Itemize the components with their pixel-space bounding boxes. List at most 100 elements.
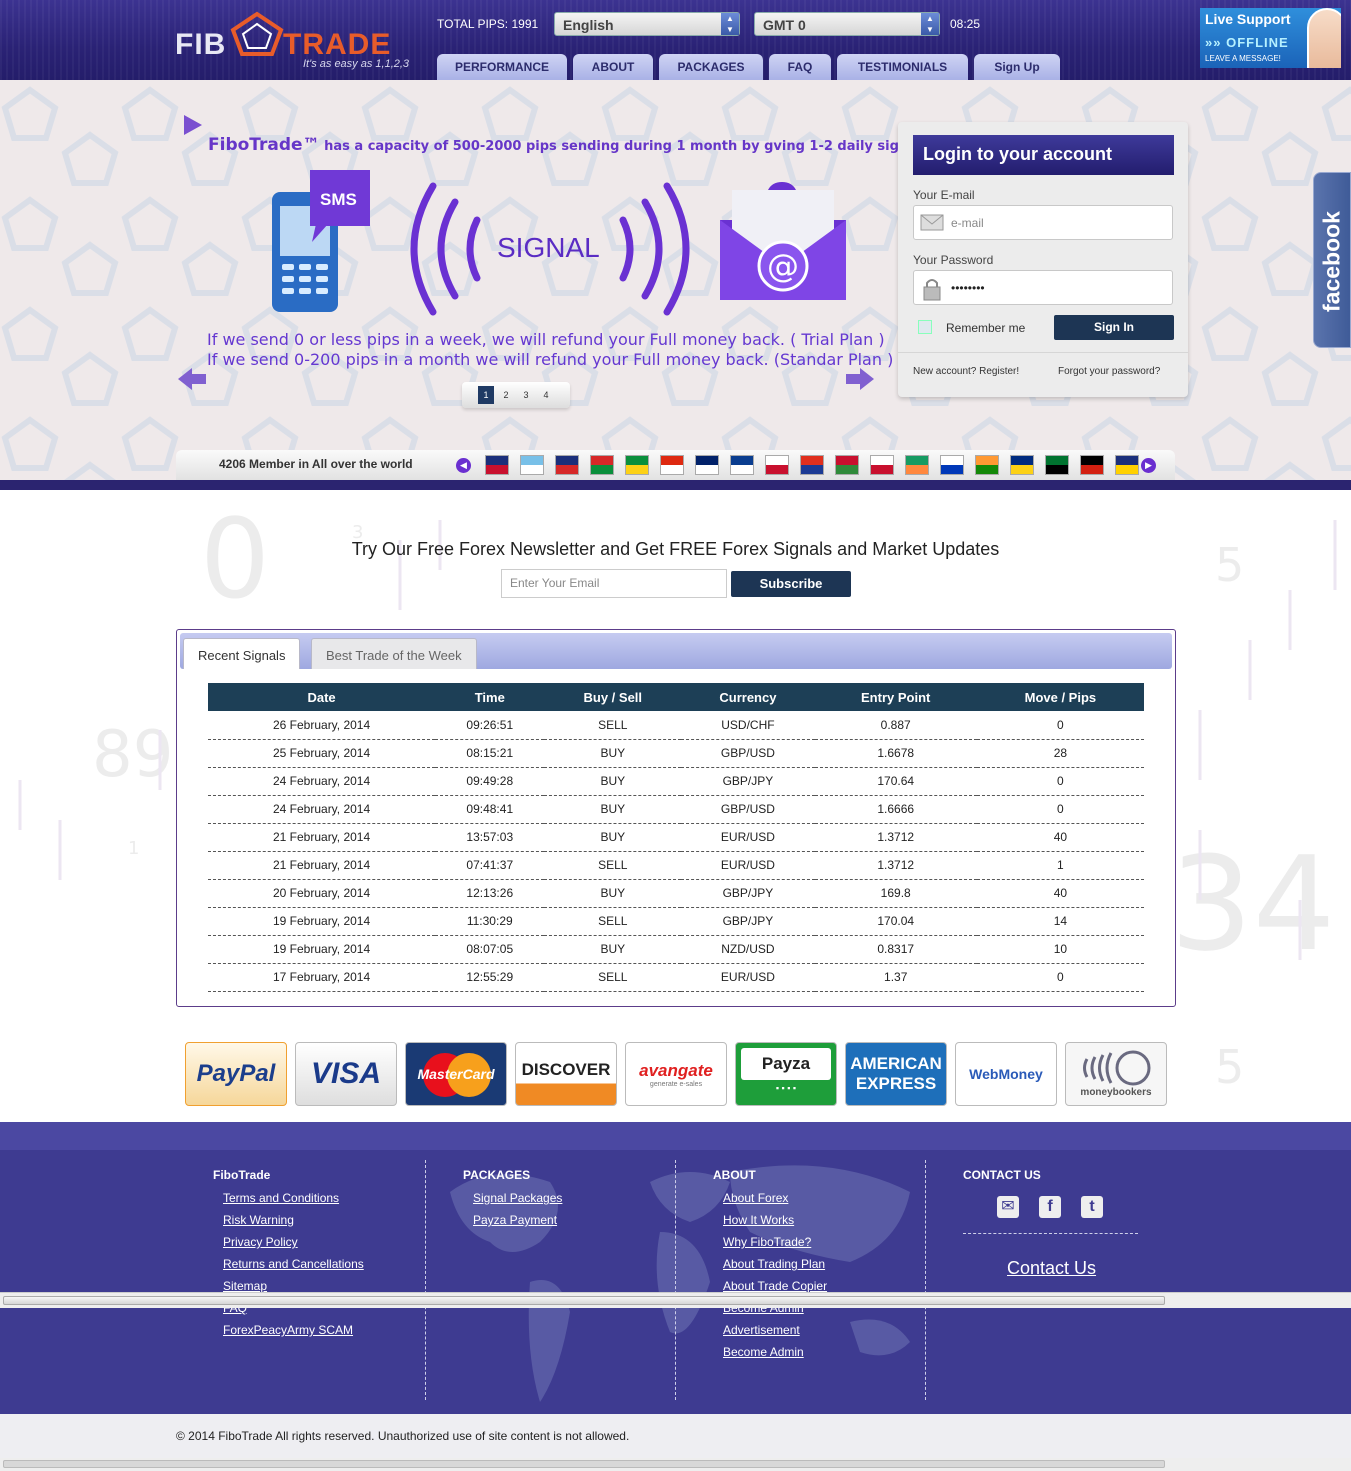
facebook-side-tab[interactable]: facebook [1313,172,1351,348]
table-cell: GBP/USD [681,739,815,768]
live-support-widget[interactable]: Live Support »» OFFLINE LEAVE A MESSAGE! [1200,8,1341,68]
country-flag-icon[interactable] [940,455,964,475]
slide-page-4[interactable]: 4 [538,386,554,404]
table-cell: 09:48:41 [435,795,545,824]
slider-next-icon[interactable] [846,368,874,390]
country-flag-icon[interactable] [485,455,509,475]
country-flag-icon[interactable] [905,455,929,475]
email-contact-icon[interactable]: ✉ [997,1196,1019,1218]
table-cell: 1.3712 [814,823,977,852]
footer-link-privacy[interactable]: Privacy Policy [223,1235,298,1249]
country-flag-icon[interactable] [590,455,614,475]
table-row: 20 February, 2014 12:13:26 BUY GBP/JPY 169.8… [208,879,1144,908]
register-link[interactable]: New account? Register! [913,366,1019,377]
country-flag-icon[interactable] [765,455,789,475]
slider-prev-icon[interactable] [178,368,206,390]
table-cell: EUR/USD [681,851,815,880]
flags-prev-icon[interactable]: ◀ [456,458,471,473]
footer-link-signal-packages[interactable]: Signal Packages [473,1191,562,1205]
country-flag-icon[interactable] [730,455,754,475]
country-flag-icon[interactable] [1010,455,1034,475]
table-cell: 1.3712 [814,851,977,880]
country-flag-icon[interactable] [800,455,824,475]
table-cell: BUY [544,935,682,964]
nav-performance[interactable]: PERFORMANCE [437,54,567,80]
footer-link-how-it-works[interactable]: How It Works [723,1213,794,1227]
nav-testimonials[interactable]: TESTIMONIALS [837,54,968,80]
table-cell: 40 [976,823,1144,852]
flags-next-icon[interactable]: ▶ [1141,458,1156,473]
twitter-icon[interactable]: t [1081,1196,1103,1218]
password-field[interactable]: •••••••• [913,270,1173,305]
country-flag-icon[interactable] [660,455,684,475]
slide-page-3[interactable]: 3 [518,386,534,404]
facebook-icon[interactable]: f [1039,1196,1061,1218]
login-title: Login to your account [913,135,1174,175]
nav-packages[interactable]: PACKAGES [659,54,763,80]
footer-link-advertisement[interactable]: Advertisement [723,1323,800,1337]
newsletter-email-input[interactable]: Enter Your Email [501,569,727,598]
nav-about[interactable]: ABOUT [573,54,653,80]
language-select[interactable]: English ▲ ▼ [554,12,740,36]
footer-link-become-admin-2[interactable]: Become Admin [723,1345,804,1359]
slide-page-2[interactable]: 2 [498,386,514,404]
footer-link-risk[interactable]: Risk Warning [223,1213,294,1227]
country-flag-icon[interactable] [520,455,544,475]
total-pips: TOTAL PIPS: 1991 [437,17,539,31]
copyright-text: © 2014 FiboTrade All rights reserved. Un… [176,1429,630,1443]
table-cell: BUY [544,767,682,796]
table-row: 21 February, 2014 07:41:37 SELL EUR/USD 1.37… [208,851,1144,880]
site-logo[interactable]: FIB TRADE It's as easy as 1,1,2,3 [175,10,420,72]
footer-col1-title: FiboTrade [213,1168,271,1182]
scrollbar-thumb[interactable] [3,1460,1165,1468]
forgot-password-link[interactable]: Forgot your password? [1058,366,1160,377]
page-horizontal-scrollbar[interactable] [0,1458,1351,1471]
country-flag-icon[interactable] [835,455,859,475]
country-flag-icon[interactable] [555,455,579,475]
table-cell: 170.04 [814,907,977,936]
email-field[interactable]: e-mail [913,205,1173,240]
table-cell: SELL [544,711,682,740]
footer-col3-title: ABOUT [713,1168,756,1182]
country-flag-icon[interactable] [975,455,999,475]
sign-in-button[interactable]: Sign In [1054,315,1174,340]
table-cell: 12:55:29 [435,963,545,992]
table-cell: 0 [976,767,1144,796]
country-flag-icon[interactable] [1115,455,1139,475]
country-flag-icon[interactable] [1080,455,1104,475]
footer-link-scam[interactable]: ForexPeacyArmy SCAM [223,1323,353,1337]
table-cell: SELL [544,907,682,936]
table-cell: 1 [976,851,1144,880]
country-flag-icon[interactable] [1045,455,1069,475]
signal-label: SIGNAL [497,232,600,263]
footer-link-sitemap[interactable]: Sitemap [223,1279,267,1293]
table-row: 17 February, 2014 12:55:29 SELL EUR/USD 1.37… [208,963,1144,992]
table-cell: 40 [976,879,1144,908]
country-flag-icon[interactable] [625,455,649,475]
table-cell: BUY [544,879,682,908]
subscribe-button[interactable]: Subscribe [731,571,851,597]
nav-faq[interactable]: FAQ [769,54,831,80]
timezone-select[interactable]: GMT 0 ▲ ▼ [754,12,940,36]
footer-link-trading-plan[interactable]: About Trading Plan [723,1257,825,1271]
country-flag-icon[interactable] [870,455,894,475]
country-flag-icon[interactable] [695,455,719,475]
table-cell: 24 February, 2014 [208,795,436,824]
footer-link-returns[interactable]: Returns and Cancellations [223,1257,364,1271]
footer-link-why-fibotrade[interactable]: Why FiboTrade? [723,1235,811,1249]
footer-link-about-forex[interactable]: About Forex [723,1191,788,1205]
nav-signup[interactable]: Sign Up [974,54,1060,80]
footer-link-terms[interactable]: Terms and Conditions [223,1191,339,1205]
footer-link-trade-copier[interactable]: About Trade Copier [723,1279,827,1293]
horizontal-scrollbar[interactable] [0,1292,1351,1308]
footer-link-payza-payment[interactable]: Payza Payment [473,1213,557,1227]
table-cell: GBP/JPY [681,907,815,936]
contact-us-link[interactable]: Contact Us [1007,1258,1096,1279]
tab-recent-signals[interactable]: Recent Signals [183,638,301,669]
lock-icon [923,279,941,301]
footer-col4-title: CONTACT US [963,1168,1041,1182]
scrollbar-thumb[interactable] [3,1296,1165,1305]
remember-me-checkbox[interactable] [918,320,932,334]
tab-best-trade[interactable]: Best Trade of the Week [311,638,477,669]
slide-page-1[interactable]: 1 [478,386,494,404]
